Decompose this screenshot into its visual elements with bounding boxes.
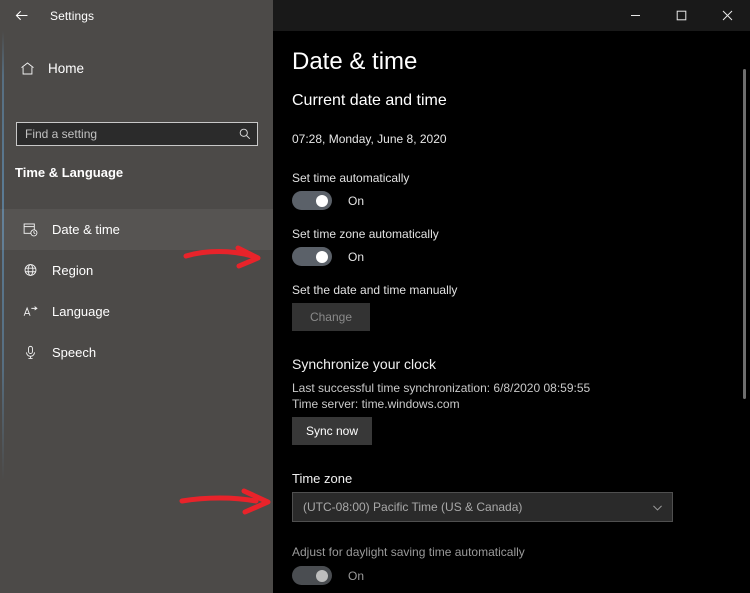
sidebar-item-home[interactable]: Home xyxy=(0,52,273,84)
set-time-zone-automatically-state: On xyxy=(348,249,365,264)
current-date-time-value: 07:28, Monday, June 8, 2020 xyxy=(292,132,447,146)
toggle-switch-track[interactable] xyxy=(292,566,332,585)
page-title: Date & time xyxy=(292,48,418,75)
sidebar-item-language[interactable]: Language xyxy=(0,291,273,332)
main-content: Date & time Current date and time 07:28,… xyxy=(273,31,750,593)
chevron-down-icon[interactable] xyxy=(642,501,672,514)
sidebar-item-date-and-time-label: Date & time xyxy=(52,222,120,237)
vertical-scrollbar[interactable] xyxy=(736,31,750,593)
maximize-button[interactable] xyxy=(658,0,704,31)
set-time-zone-automatically-toggle[interactable]: On xyxy=(292,247,364,266)
search-icon[interactable] xyxy=(233,127,257,141)
sync-now-button[interactable]: Sync now xyxy=(292,417,373,445)
time-server-text: Time server: time.windows.com xyxy=(292,397,460,411)
title-bar-left-region: Settings xyxy=(0,0,273,31)
minimize-button[interactable] xyxy=(612,0,658,31)
daylight-saving-label: Adjust for daylight saving time automati… xyxy=(292,545,525,559)
sidebar-nav: Date & time Region Language Speech xyxy=(0,209,273,373)
change-button[interactable]: Change xyxy=(292,303,370,331)
toggle-switch-knob xyxy=(316,194,328,207)
sidebar-item-region[interactable]: Region xyxy=(0,250,273,291)
set-time-automatically-toggle[interactable]: On xyxy=(292,191,364,210)
synchronize-clock-heading: Synchronize your clock xyxy=(292,356,436,372)
sidebar-section-title: Time & Language xyxy=(15,165,124,180)
search-input[interactable] xyxy=(17,127,233,141)
daylight-saving-toggle[interactable]: On xyxy=(292,566,364,585)
microphone-icon xyxy=(12,344,48,361)
toggle-switch-track[interactable] xyxy=(292,191,332,210)
language-icon xyxy=(12,303,48,320)
home-icon xyxy=(10,60,44,77)
sidebar-item-date-and-time[interactable]: Date & time xyxy=(0,209,273,250)
calendar-clock-icon xyxy=(12,221,48,238)
toggle-switch-knob xyxy=(316,569,328,582)
sidebar-item-speech[interactable]: Speech xyxy=(0,332,273,373)
search-box[interactable] xyxy=(16,122,258,146)
toggle-switch-knob xyxy=(316,250,328,263)
toggle-switch-track[interactable] xyxy=(292,247,332,266)
current-date-time-heading: Current date and time xyxy=(292,92,447,109)
sidebar-item-speech-label: Speech xyxy=(52,345,97,360)
last-sync-text: Last successful time synchronization: 6/… xyxy=(292,381,591,395)
app-title: Settings xyxy=(50,8,95,23)
time-zone-label: Time zone xyxy=(292,471,353,486)
time-zone-dropdown[interactable]: (UTC-08:00) Pacific Time (US & Canada) xyxy=(292,492,673,522)
close-button[interactable] xyxy=(704,0,750,31)
window-controls xyxy=(612,0,750,31)
title-bar: Settings xyxy=(0,0,750,31)
set-time-automatically-label: Set time automatically xyxy=(292,171,410,185)
sidebar-item-home-label: Home xyxy=(48,60,85,76)
sidebar-item-language-label: Language xyxy=(52,304,110,319)
settings-window: Settings Home Find a setting Time & Lang… xyxy=(0,0,750,593)
set-time-automatically-state: On xyxy=(348,193,365,208)
time-zone-selected-value: (UTC-08:00) Pacific Time (US & Canada) xyxy=(303,500,523,514)
set-date-time-manually-label: Set the date and time manually xyxy=(292,283,458,297)
sidebar: Home Time & Language xyxy=(0,31,273,593)
sidebar-item-region-label: Region xyxy=(52,263,94,278)
globe-icon xyxy=(12,262,48,279)
daylight-saving-state: On xyxy=(348,568,365,583)
back-arrow-icon[interactable] xyxy=(0,0,42,31)
scrollbar-thumb[interactable] xyxy=(743,69,746,399)
set-time-zone-automatically-label: Set time zone automatically xyxy=(292,227,439,241)
